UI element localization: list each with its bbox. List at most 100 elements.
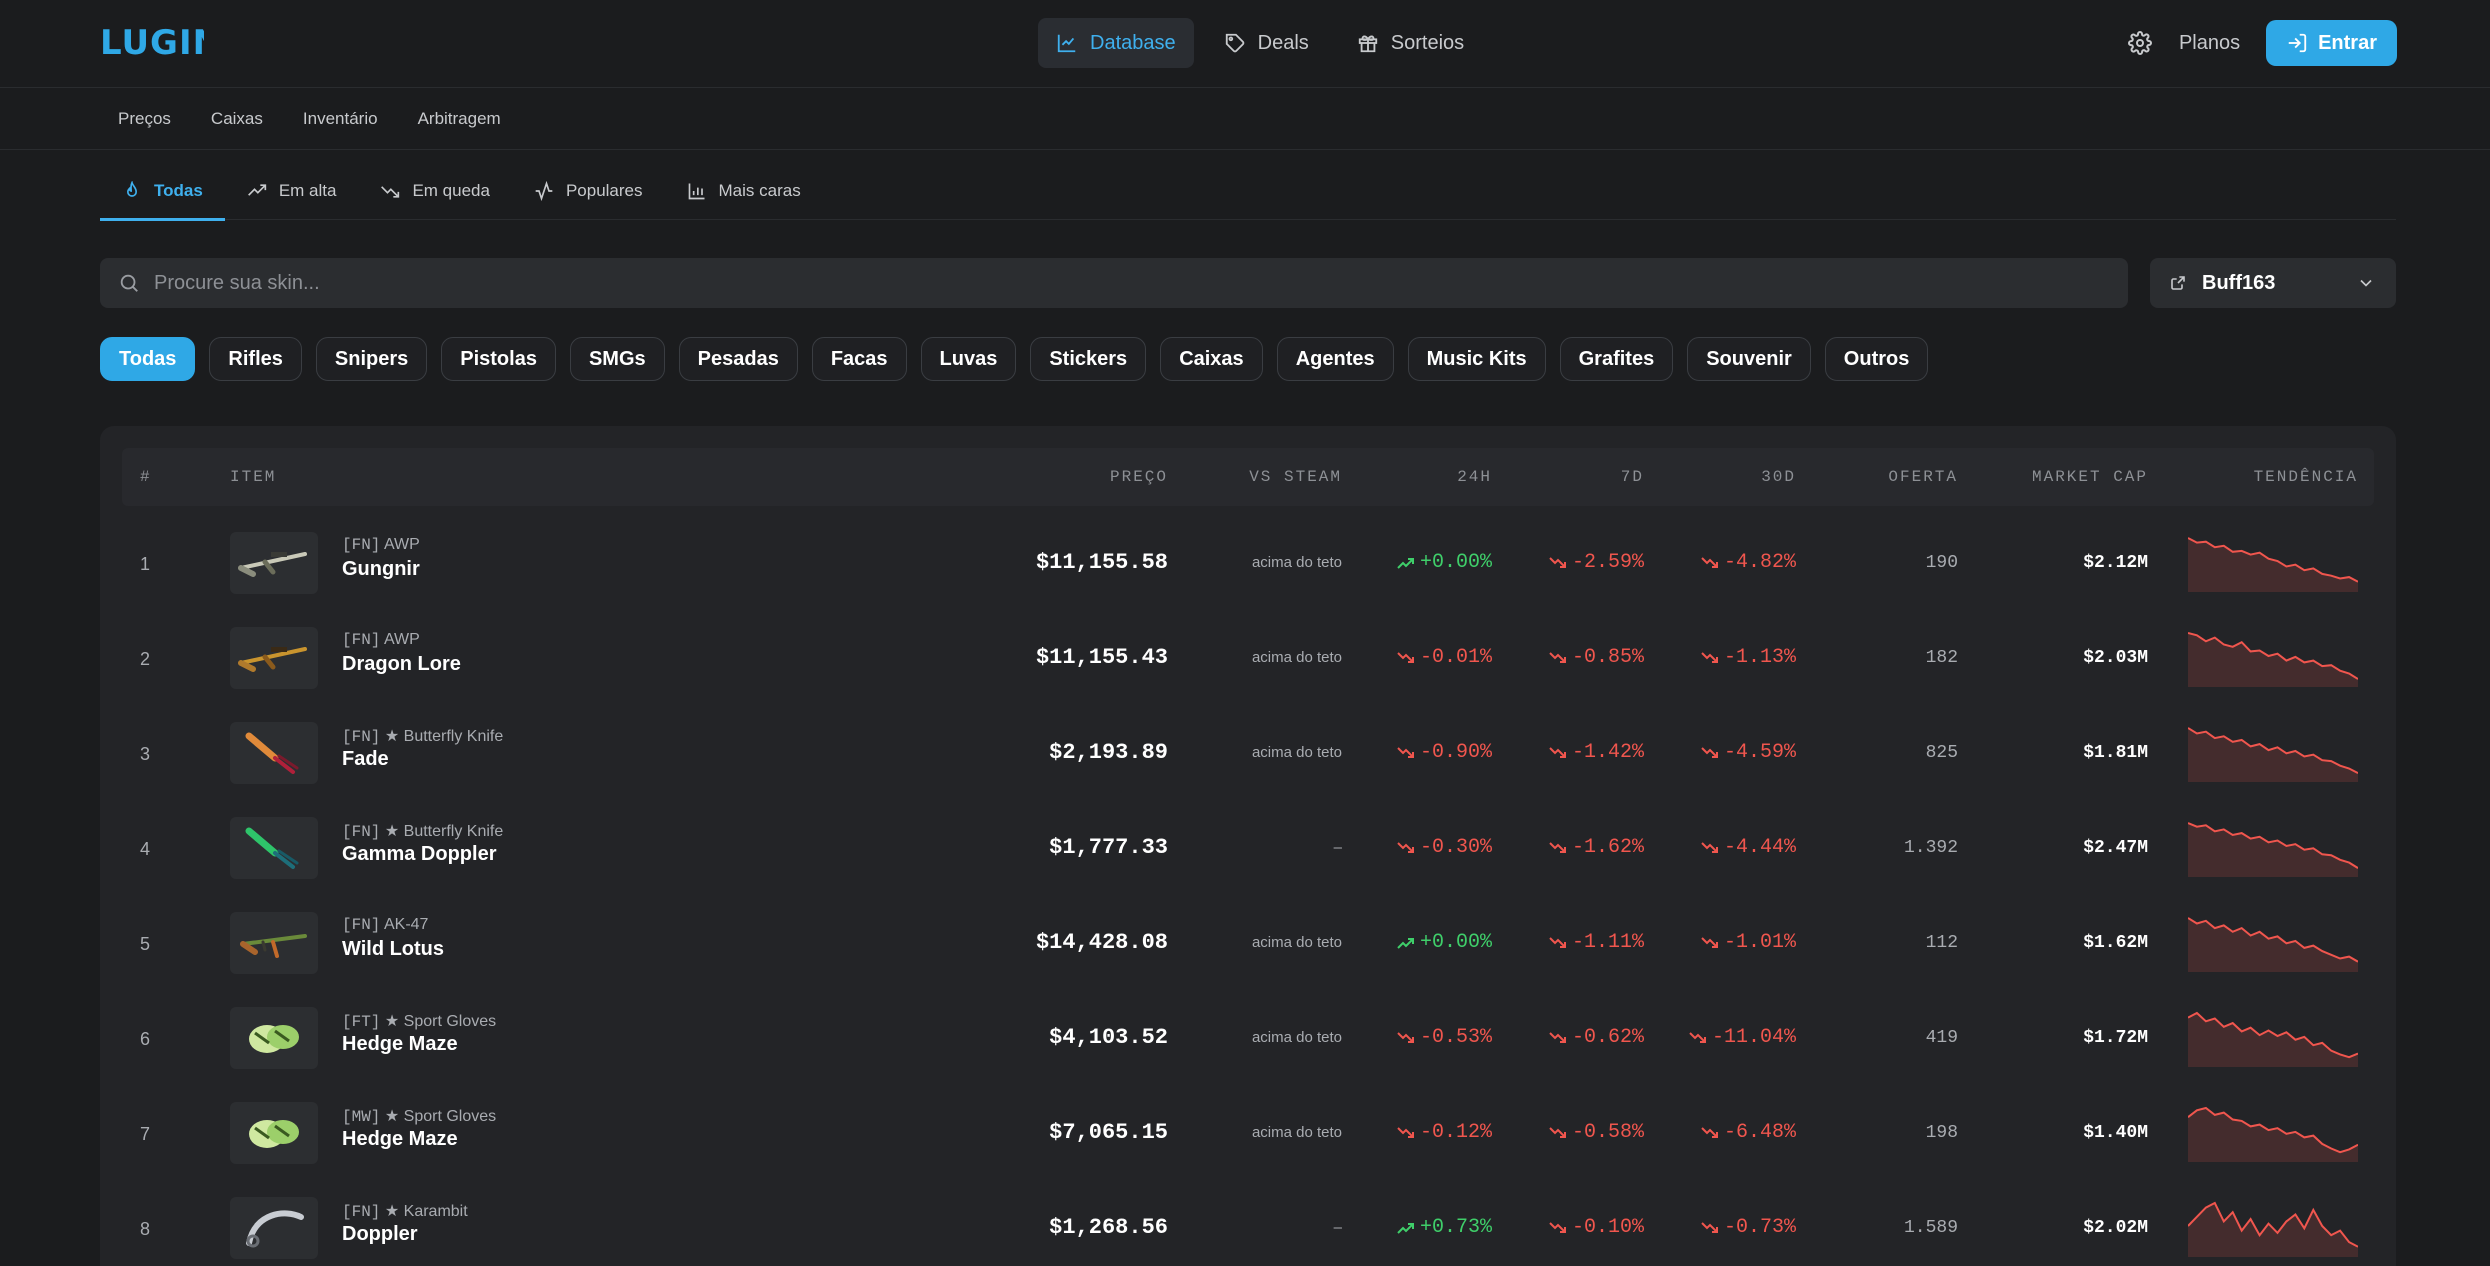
chip-pistolas[interactable]: Pistolas <box>441 337 556 381</box>
change-30d: -0.73% <box>1700 1216 1796 1239</box>
col-30d[interactable]: 30D <box>1761 468 1796 486</box>
nav-database[interactable]: Database <box>1038 18 1194 68</box>
col-vs-steam[interactable]: VS STEAM <box>1249 468 1342 486</box>
col-market-cap[interactable]: MARKET CAP <box>2032 468 2148 486</box>
col-24h[interactable]: 24H <box>1457 468 1492 486</box>
item-condition: [FN] <box>342 631 381 649</box>
item-condition: [FN] <box>342 536 381 554</box>
entrar-button[interactable]: Entrar <box>2266 20 2397 66</box>
subnav-inventario[interactable]: Inventário <box>303 109 378 129</box>
chip-snipers[interactable]: Snipers <box>315 337 428 381</box>
trending-down-icon <box>1397 1126 1414 1138</box>
change-7d-value: -0.10% <box>1571 1216 1644 1239</box>
nav-deals[interactable]: Deals <box>1206 18 1327 68</box>
trending-down-icon <box>1549 936 1566 948</box>
change-7d: -0.10% <box>1548 1216 1644 1239</box>
table-row[interactable]: 1 [FN] AWP Gungnir $11,155.58 acima do teto +… <box>122 516 2374 611</box>
chip-outros[interactable]: Outros <box>1824 337 1929 381</box>
item-name[interactable]: Dragon Lore <box>342 653 461 676</box>
chip-agentes[interactable]: Agentes <box>1276 337 1394 381</box>
chip-souvenir[interactable]: Souvenir <box>1687 337 1811 381</box>
chip-luvas[interactable]: Luvas <box>920 337 1017 381</box>
entrar-label: Entrar <box>2318 31 2377 54</box>
tab-em-queda-label: Em queda <box>412 181 490 200</box>
chip-music-kits[interactable]: Music Kits <box>1407 337 1546 381</box>
col-price[interactable]: PREÇO <box>1110 468 1168 486</box>
activity-icon <box>535 181 553 201</box>
change-30d-value: -1.01% <box>1723 931 1796 954</box>
row-rank: 8 <box>140 1219 151 1239</box>
item-name[interactable]: Gungnir <box>342 558 420 581</box>
col-oferta[interactable]: OFERTA <box>1888 468 1958 486</box>
tab-em-alta[interactable]: Em alta <box>225 162 359 220</box>
table-row[interactable]: 7 [MW] ★ Sport Gloves Hedge Maze $7,065.15 a… <box>122 1086 2374 1181</box>
table-row[interactable]: 8 [FN] ★ Karambit Doppler $1,268.56– +0.73% -… <box>122 1181 2374 1266</box>
awp-icon <box>238 552 307 577</box>
item-condition: [MW] <box>342 1108 381 1126</box>
item-type: ★ Sport Gloves <box>384 1108 497 1125</box>
item-oferta: 1.589 <box>1903 1218 1958 1238</box>
chip-todas[interactable]: Todas <box>100 337 196 381</box>
trending-down-icon <box>1549 841 1566 853</box>
item-category: [MW] ★ Sport Gloves <box>342 1106 496 1126</box>
search-input[interactable] <box>154 271 2054 295</box>
trending-down-icon <box>1549 556 1566 568</box>
item-name[interactable]: Fade <box>342 748 389 771</box>
tab-em-queda[interactable]: Em queda <box>358 162 512 220</box>
chip-pesadas[interactable]: Pesadas <box>678 337 798 381</box>
subnav-caixas[interactable]: Caixas <box>211 109 263 129</box>
item-condition: [FN] <box>342 728 381 746</box>
tab-populares[interactable]: Populares <box>512 162 665 220</box>
item-oferta: 825 <box>1925 743 1958 763</box>
table-row[interactable]: 3 [FN] ★ Butterfly Knife Fade $2,193.89 acim… <box>122 706 2374 801</box>
planos-link[interactable]: Planos <box>2179 32 2240 55</box>
change-24h-value: -0.90% <box>1419 741 1492 764</box>
tab-mais-caras-label: Mais caras <box>718 181 801 200</box>
logo[interactable]: LUGIN <box>100 22 221 72</box>
trending-down-icon <box>1397 746 1414 758</box>
trending-up-icon <box>1397 557 1414 569</box>
item-thumbnail <box>230 722 318 784</box>
change-24h-value: -0.30% <box>1419 836 1492 859</box>
item-price: $2,193.89 <box>1049 740 1168 765</box>
chip-facas[interactable]: Facas <box>811 337 907 381</box>
table-row[interactable]: 5 [FN] AK-47 Wild Lotus $14,428.08 acima do … <box>122 896 2374 991</box>
item-name[interactable]: Hedge Maze <box>342 1128 458 1151</box>
trending-down-icon <box>1701 841 1718 853</box>
row-rank: 5 <box>140 934 151 954</box>
table-row[interactable]: 4 [FN] ★ Butterfly Knife Gamma Doppler $1,7… <box>122 801 2374 896</box>
item-oferta: 1.392 <box>1903 838 1958 858</box>
trend-sparkline <box>2188 1011 2358 1067</box>
item-name[interactable]: Doppler <box>342 1223 418 1246</box>
chip-caixas[interactable]: Caixas <box>1160 337 1263 381</box>
tab-todas[interactable]: Todas <box>100 162 225 221</box>
subnav-precos[interactable]: Preços <box>118 109 171 129</box>
trending-down-icon <box>1549 1031 1566 1043</box>
logo-text: LUGIN <box>100 23 204 62</box>
row-rank: 3 <box>140 744 151 764</box>
market-select[interactable]: Buff163 <box>2150 258 2396 308</box>
vs-steam: acima do teto <box>1251 744 1342 761</box>
col-item[interactable]: ITEM <box>230 468 276 486</box>
gift-icon <box>1358 35 1377 53</box>
item-name[interactable]: Wild Lotus <box>342 938 444 961</box>
chip-smgs[interactable]: SMGs <box>569 337 665 381</box>
chip-grafites[interactable]: Grafites <box>1559 337 1674 381</box>
col-7d[interactable]: 7D <box>1621 468 1644 486</box>
item-name[interactable]: Gamma Doppler <box>342 843 496 866</box>
chip-rifles[interactable]: Rifles <box>209 337 302 381</box>
subnav-arbitragem[interactable]: Arbitragem <box>418 109 501 129</box>
table-row[interactable]: 2 [FN] AWP Dragon Lore $11,155.43 acima do t… <box>122 611 2374 706</box>
settings-button[interactable] <box>2127 30 2153 56</box>
chip-stickers[interactable]: Stickers <box>1030 337 1147 381</box>
table-row[interactable]: 6 [FT] ★ Sport Gloves Hedge Maze $4,103.52 a… <box>122 991 2374 1086</box>
col-num[interactable]: # <box>140 468 152 486</box>
chevron-down-icon <box>2360 279 2372 287</box>
row-rank: 2 <box>140 649 151 669</box>
item-type: ★ Karambit <box>384 1203 468 1220</box>
ak47-icon <box>240 934 307 958</box>
tab-mais-caras[interactable]: Mais caras <box>665 162 823 220</box>
nav-sorteios[interactable]: Sorteios <box>1339 18 1482 68</box>
item-condition: [FN] <box>342 1203 381 1221</box>
item-name[interactable]: Hedge Maze <box>342 1033 458 1056</box>
